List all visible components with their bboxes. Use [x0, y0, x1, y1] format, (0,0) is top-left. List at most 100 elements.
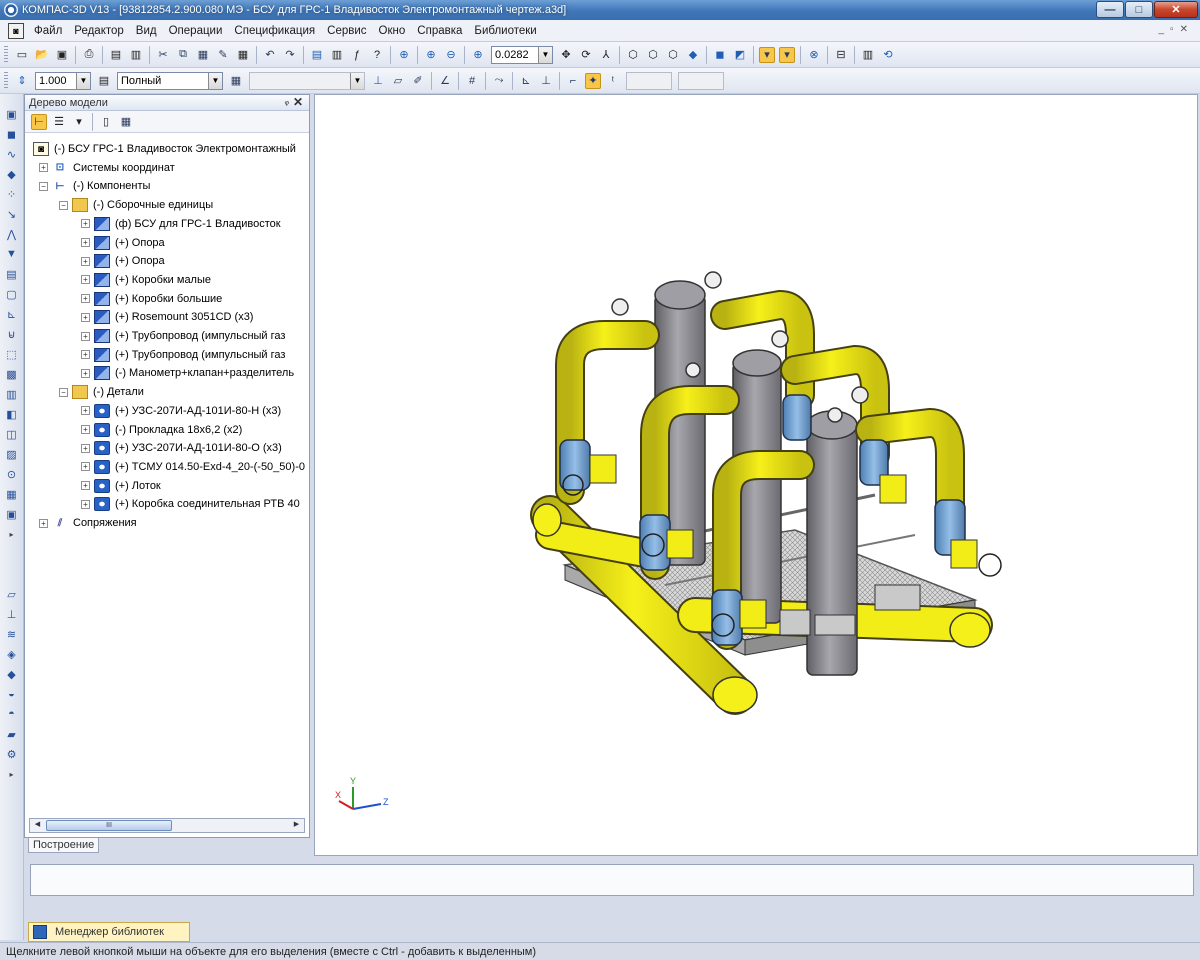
hidden-lines-icon[interactable]: ⬡ [645, 47, 661, 63]
properties-panel[interactable] [30, 864, 1194, 896]
measure-icon[interactable]: ↘ [4, 206, 20, 222]
tree-node[interactable]: − (-) Детали [59, 383, 144, 401]
spec-icon[interactable]: ▤ [4, 266, 20, 282]
menu-operations[interactable]: Операции [163, 25, 229, 37]
copy-component-icon[interactable]: ▨ [4, 446, 20, 462]
expand-icon[interactable]: + [81, 219, 90, 229]
expand-icon[interactable]: + [81, 294, 90, 304]
menu-file[interactable]: Файл [28, 25, 68, 37]
menu-help[interactable]: Справка [411, 25, 468, 37]
expand-icon[interactable]: + [81, 312, 90, 322]
help-pointer-icon[interactable]: ? [369, 47, 385, 63]
expand-icon[interactable]: + [39, 518, 48, 528]
menu-service[interactable]: Сервис [321, 25, 372, 37]
edit-part-icon[interactable]: ▣ [4, 106, 20, 122]
scroll-thumb[interactable]: III [46, 820, 172, 831]
offset-icon[interactable]: ≋ [4, 626, 20, 642]
cube-icon[interactable]: ◼ [4, 126, 20, 142]
sketch-icon[interactable]: ▱ [390, 73, 406, 89]
zoom-window-icon[interactable]: ⊕ [396, 47, 412, 63]
properties-icon[interactable]: ▥ [128, 47, 144, 63]
tree-node[interactable]: + ⊡ Системы координат [39, 159, 175, 177]
zoom-combo[interactable]: 0.0282 ▼ [491, 45, 553, 64]
loft-icon[interactable]: ▰ [4, 726, 20, 742]
maximize-button[interactable]: □ [1125, 1, 1153, 18]
halftone-icon[interactable]: ◆ [685, 47, 701, 63]
constraints-icon[interactable]: ⤳ [491, 73, 507, 89]
tab-construction[interactable]: Построение [28, 838, 100, 853]
move-component-icon[interactable]: ◧ [4, 406, 20, 422]
document-menu-icon[interactable]: ◙ [8, 22, 24, 39]
plane-icon[interactable]: ▱ [4, 586, 20, 602]
tree-settings-icon[interactable]: ▦ [118, 114, 134, 130]
shaded-edges-icon[interactable]: ◩ [732, 47, 748, 63]
tree-node[interactable]: + (+) Опора [81, 252, 165, 270]
tree-node[interactable]: + (+) Коробки малые [81, 271, 211, 289]
expand-toolbar-icon[interactable]: ▸ [4, 526, 20, 542]
expand-icon[interactable]: + [81, 462, 90, 472]
preview-icon[interactable]: ▤ [108, 47, 124, 63]
expand-icon[interactable]: + [81, 406, 90, 416]
minimize-button[interactable]: — [1096, 1, 1124, 18]
expand-icon[interactable]: + [81, 275, 90, 285]
tree-node[interactable]: + (+) Коробки большие [81, 290, 222, 308]
tree-node[interactable]: − (-) Сборочные единицы [59, 196, 213, 214]
coord-y-field[interactable] [678, 71, 724, 90]
orientation-local-icon[interactable]: ⊥ [370, 73, 386, 89]
filter-options-icon[interactable]: ▾ [779, 46, 795, 63]
assembly-tool-icon[interactable]: ⬚ [4, 346, 20, 362]
menu-view[interactable]: Вид [130, 25, 163, 37]
kompas-app-icon[interactable] [4, 3, 18, 17]
pin-icon[interactable]: ᵩ [285, 96, 289, 107]
diamond-icon[interactable]: ◆ [4, 166, 20, 182]
collapse-icon[interactable]: − [59, 200, 68, 210]
tree-node[interactable]: + (+) Трубопровод (импульсный газ [81, 327, 285, 345]
cut-icon[interactable]: ✂ [155, 47, 171, 63]
library-icon[interactable]: ▥ [329, 47, 345, 63]
rotate-icon[interactable]: ⟳ [578, 47, 594, 63]
round-icon[interactable]: ⌐ [565, 73, 581, 89]
pan-icon[interactable]: ✥ [558, 47, 574, 63]
cut-tool-icon[interactable]: ◆ [4, 666, 20, 682]
library-manager-tab[interactable]: Менеджер библиотек [28, 922, 190, 942]
snap-icon[interactable]: ✐ [410, 73, 426, 89]
angle-tool-icon[interactable]: ⋀ [4, 226, 20, 242]
tree-node[interactable]: + (+) ТСМУ 014.50-Exd-4_20-(-50_50)-0 [81, 458, 305, 476]
axis-icon[interactable]: ⊾ [4, 306, 20, 322]
expand-icon[interactable]: + [81, 443, 90, 453]
expand-icon[interactable]: + [39, 163, 48, 173]
revolve-icon[interactable]: ◒ [4, 686, 20, 702]
zoom-out-icon[interactable]: ⊖ [443, 47, 459, 63]
tree-horizontal-scrollbar[interactable]: ◀ III ▶ [29, 818, 305, 833]
copy-icon[interactable]: ⧉ [175, 47, 191, 63]
weld-icon[interactable]: ⊌ [4, 326, 20, 342]
add-component-icon[interactable]: ▥ [4, 386, 20, 402]
zoom-in-icon[interactable]: ⊕ [423, 47, 439, 63]
points-icon[interactable]: ⁘ [4, 186, 20, 202]
expand-icon[interactable]: + [81, 331, 90, 341]
ortho-icon[interactable]: ⊥ [538, 73, 554, 89]
expand-icon[interactable]: + [81, 238, 90, 247]
tree-node[interactable]: + ⫽ Сопряжения [39, 514, 137, 532]
tree-node[interactable]: + (+) Трубопровод (импульсный газ [81, 346, 285, 364]
surface-icon[interactable]: ⊥ [4, 606, 20, 622]
scroll-right-icon[interactable]: ▶ [290, 820, 303, 831]
undo-icon[interactable]: ↶ [262, 47, 278, 63]
panel-close-icon[interactable]: ✕ [293, 95, 303, 109]
menu-window[interactable]: Окно [373, 25, 412, 37]
component-icon[interactable]: ▩ [4, 366, 20, 382]
function-icon[interactable]: ƒ [349, 47, 365, 63]
mode-combo[interactable]: Полный ▼ [117, 71, 223, 90]
search-component-icon[interactable]: ⊙ [4, 466, 20, 482]
tree-node[interactable]: + (+) Опора [81, 234, 165, 252]
new-document-icon[interactable]: ▭ [14, 47, 30, 63]
toolbar-grip[interactable] [4, 45, 8, 64]
tree-node[interactable]: + (ф) БСУ для ГРС-1 Владивосток [81, 215, 281, 233]
dropdown-arrow-icon[interactable]: ▼ [538, 46, 552, 63]
tree-node[interactable]: + (+) Коробка соединительная РТВ 40 [81, 495, 300, 513]
tree-node[interactable]: + (+) Rosemount 3051CD (x3) [81, 308, 253, 326]
zoom-scale-icon[interactable]: ⊕ [470, 47, 486, 63]
tree-node[interactable]: + (+) УЗС-207И-АД-101И-80-О (x3) [81, 439, 282, 457]
tree-properties-icon[interactable]: ▯ [98, 114, 114, 130]
collapse-icon[interactable]: − [59, 387, 68, 397]
